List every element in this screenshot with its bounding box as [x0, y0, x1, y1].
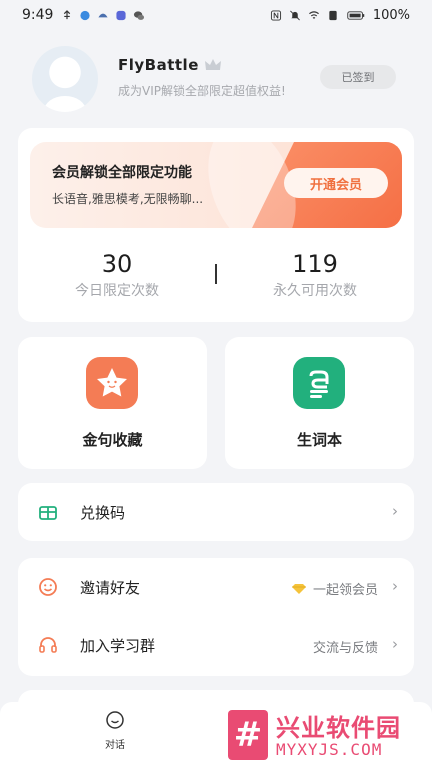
status-right: 100% [270, 8, 410, 23]
star-face-icon [86, 357, 138, 409]
chevron-right-icon: › [392, 635, 398, 653]
redeem-code-row[interactable]: 兑换码 › [18, 483, 414, 541]
notebook-a-icon [293, 357, 345, 409]
stat-label: 今日限定次数 [75, 283, 159, 299]
join-study-group-row[interactable]: 加入学习群 交流与反馈 › [18, 616, 414, 676]
row-value: 交流与反馈 [313, 637, 378, 656]
stat-daily-limit: 30 今日限定次数 [32, 250, 202, 300]
app-notification-icon-3 [116, 10, 127, 20]
stat-value: 30 [101, 250, 133, 278]
sim-icon [329, 10, 337, 20]
row-value-text: 交流与反馈 [312, 641, 378, 656]
status-time: 9:49 [22, 7, 54, 23]
profile-subtitle: 成为VIP解锁全部限定超值权益! [118, 84, 286, 98]
nav-label: 对话 [105, 740, 125, 751]
tile-vocabulary-book[interactable]: 生词本 [225, 337, 414, 469]
watermark-title: 兴业软件园 [276, 714, 401, 742]
row-label: 兑换码 [80, 504, 126, 522]
stat-divider [215, 264, 217, 284]
gift-box-icon [39, 506, 57, 520]
usb-icon [64, 9, 71, 19]
app-notification-icon-2 [98, 13, 109, 17]
watermark-url: MYXYJS.COM [276, 740, 383, 759]
vip-crown-icon [205, 59, 221, 70]
watermark-logo-icon: # [228, 710, 268, 760]
row-value-text: 一起领会员 [312, 583, 378, 598]
avatar[interactable] [32, 46, 98, 112]
invite-friends-row[interactable]: 邀请好友 一起领会员 › [18, 558, 414, 616]
smiley-icon [39, 578, 57, 596]
battery-icon [347, 10, 365, 20]
open-vip-button[interactable]: 开通会员 [284, 168, 388, 198]
battery-percent: 100% [372, 7, 410, 23]
checkin-button[interactable]: 已签到 [320, 65, 396, 89]
diamond-icon [291, 583, 306, 594]
row-label: 加入学习群 [80, 637, 156, 655]
vip-title: 会员解锁全部限定功能 [52, 165, 192, 181]
watermark: # 兴业软件园 MYXYJS.COM [228, 708, 428, 764]
profile-header: FlyBattle 成为VIP解锁全部限定超值权益! 已签到 [32, 40, 402, 112]
tile-label: 生词本 [296, 431, 342, 449]
tile-label: 金句收藏 [82, 431, 143, 449]
vip-banner[interactable]: 会员解锁全部限定功能 长语音,雅思模考,无限畅聊... 开通会员 [30, 142, 402, 228]
mute-bell-icon [289, 10, 300, 20]
tile-favorite-quotes[interactable]: 金句收藏 [18, 337, 207, 469]
status-bar: 9:49 100% [0, 0, 432, 30]
stat-value: 119 [292, 250, 338, 278]
vip-card: 会员解锁全部限定功能 长语音,雅思模考,无限畅聊... 开通会员 30 今日限定… [18, 128, 414, 322]
stat-label: 永久可用次数 [273, 283, 357, 299]
headset-icon [39, 637, 57, 653]
chat-face-icon [106, 711, 124, 729]
app-notification-icon [80, 10, 91, 20]
chevron-right-icon: › [392, 502, 398, 520]
notification-icons [61, 9, 145, 21]
stat-permanent: 119 永久可用次数 [230, 250, 400, 300]
row-label: 邀请好友 [80, 579, 141, 597]
vip-description: 长语音,雅思模考,无限畅聊... [52, 192, 204, 206]
wechat-icon [134, 10, 145, 20]
nfc-icon [270, 9, 281, 21]
row-value: 一起领会员 [291, 579, 378, 598]
username: FlyBattle [118, 56, 199, 74]
chevron-right-icon: › [392, 577, 398, 595]
nav-item-chat[interactable]: 对话 [90, 710, 140, 751]
wifi-icon [308, 10, 319, 19]
